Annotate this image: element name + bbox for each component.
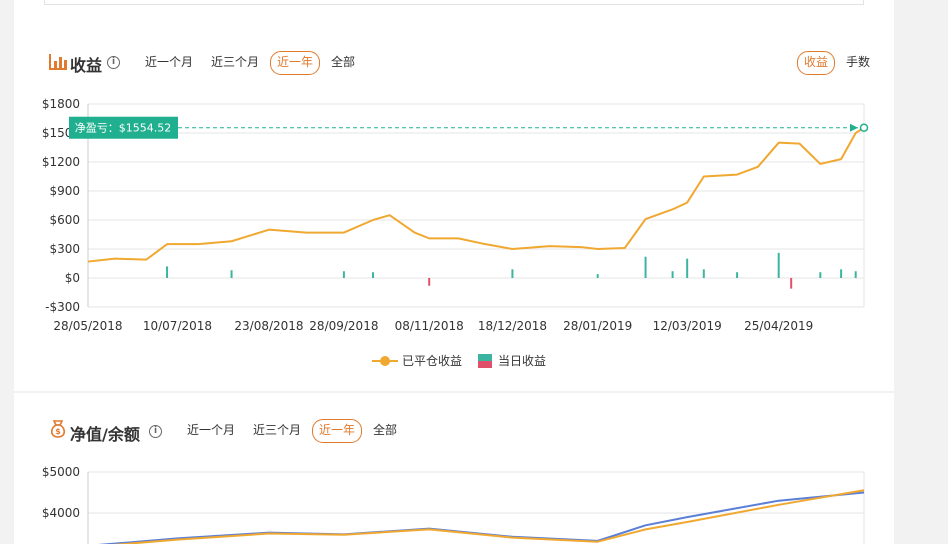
- nav-panel: $ 净值/余额 i 近一个月 近三个月 近一年 全部 $5000 $4000: [14, 393, 894, 544]
- nav-line: [97, 491, 865, 544]
- legend-closed-profit[interactable]: 已平仓收益: [372, 352, 462, 369]
- y-tick-label: $0: [65, 271, 80, 285]
- profit-chart: $1800$1500$1200$900$600$300$0-$30028/05/…: [42, 97, 869, 333]
- y-tick-label: $600: [49, 213, 80, 227]
- y-tick-label: -$300: [45, 300, 80, 314]
- x-tick-label: 18/12/2018: [478, 319, 547, 333]
- x-tick-label: 12/03/2019: [653, 319, 722, 333]
- daily-profit-bar: [777, 252, 780, 278]
- daily-profit-bar: [686, 258, 689, 278]
- x-tick-label: 10/07/2018: [143, 319, 212, 333]
- daily-profit-bar: [819, 272, 822, 278]
- y-tick-label: $1200: [42, 155, 80, 169]
- chart-legend: 已平仓收益 当日收益: [372, 352, 562, 369]
- nav-chart: $5000 $4000: [42, 465, 865, 544]
- x-tick-label: 28/01/2019: [563, 319, 632, 333]
- line-marker-icon: [372, 355, 398, 366]
- previous-panel: [14, 0, 894, 22]
- daily-profit-bar: [790, 278, 793, 289]
- daily-profit-bar: [840, 269, 843, 278]
- pointer-arrow-icon: [850, 123, 858, 132]
- x-tick-label: 28/05/2018: [53, 319, 122, 333]
- x-tick-label: 25/04/2019: [744, 319, 813, 333]
- legend-label: 当日收益: [498, 354, 547, 368]
- legend-daily-profit[interactable]: 当日收益: [478, 352, 546, 369]
- net-profit-tooltip-label: 净盈亏：$1554.52: [75, 121, 172, 135]
- previous-panel-box: [44, 0, 864, 5]
- daily-profit-bar: [596, 274, 599, 278]
- profit-panel: 收益 i 近一个月 近三个月 近一年 全部 收益 手数 $1800 $1500 $1…: [14, 22, 894, 391]
- daily-profit-bar: [372, 272, 375, 278]
- x-tick-label: 23/08/2018: [234, 319, 303, 333]
- daily-profit-bar: [702, 269, 705, 278]
- x-tick-label: 08/11/2018: [395, 319, 464, 333]
- daily-profit-bar: [671, 271, 674, 278]
- daily-profit-bar: [428, 278, 431, 286]
- daily-profit-bar: [736, 272, 739, 278]
- y-tick-label: $900: [49, 184, 80, 198]
- last-point-marker: [859, 123, 869, 132]
- y-tick-label: $1800: [42, 97, 80, 111]
- daily-profit-bar: [644, 256, 647, 278]
- bar-marker-icon: [478, 353, 493, 368]
- daily-profit-bar: [342, 271, 345, 278]
- daily-profit-bar: [230, 270, 233, 278]
- daily-profit-bar: [511, 269, 514, 278]
- daily-profit-bar: [166, 266, 169, 278]
- legend-label: 已平仓收益: [402, 354, 463, 368]
- y-tick-label: $4000: [42, 506, 80, 520]
- closed-profit-line: [87, 126, 865, 263]
- daily-profit-bar: [854, 271, 857, 278]
- x-tick-label: 28/09/2018: [309, 319, 378, 333]
- y-tick-label: $5000: [42, 465, 80, 479]
- y-tick-label: $300: [49, 242, 80, 256]
